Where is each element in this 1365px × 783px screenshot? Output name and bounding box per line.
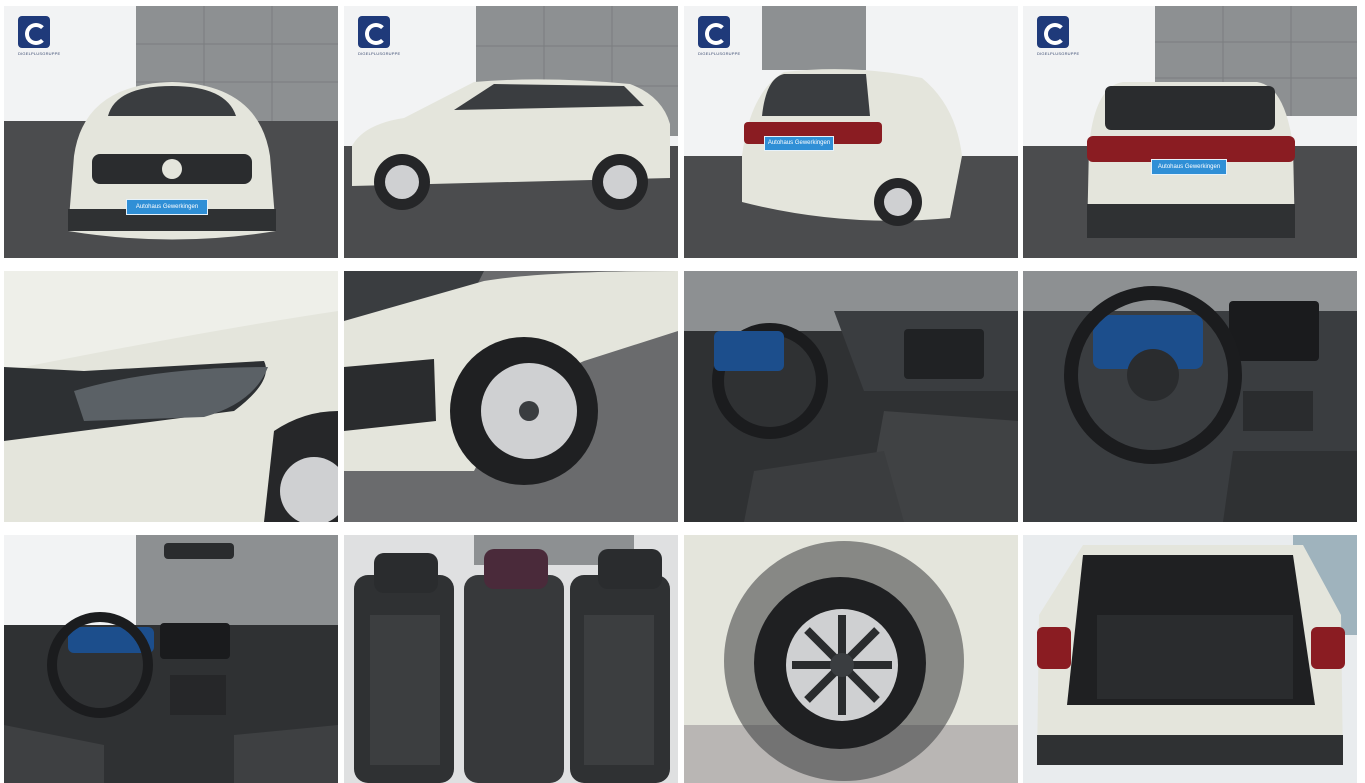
dealer-logo-subtext: DIGELPLUSGRUPPE	[698, 51, 741, 56]
photo-front-exterior[interactable]: DIGELPLUSGRUPPE Autohaus Gewerkingen	[4, 6, 338, 258]
dealer-logo-icon	[698, 16, 730, 48]
open-trunk-image	[1023, 535, 1357, 783]
photo-gallery: DIGELPLUSGRUPPE Autohaus Gewerkingen DIG…	[0, 0, 1365, 783]
license-plate: Autohaus Gewerkingen	[126, 199, 208, 215]
dealer-logo: DIGELPLUSGRUPPE	[358, 16, 401, 64]
photo-side-exterior[interactable]: DIGELPLUSGRUPPE	[344, 6, 678, 258]
photo-rear-three-quarter[interactable]: DIGELPLUSGRUPPE Autohaus Gewerkingen	[684, 6, 1018, 258]
dealer-logo-icon	[358, 16, 390, 48]
dealer-logo: DIGELPLUSGRUPPE	[18, 16, 61, 64]
photo-steering-dashboard[interactable]	[1023, 271, 1357, 522]
alloy-wheel-image	[684, 535, 1018, 783]
photo-headlight-detail[interactable]	[4, 271, 338, 522]
license-plate: Autohaus Gewerkingen	[1151, 159, 1227, 175]
dealer-logo: DIGELPLUSGRUPPE	[1037, 16, 1080, 64]
license-plate: Autohaus Gewerkingen	[764, 136, 834, 151]
photo-driver-cockpit[interactable]	[684, 271, 1018, 522]
dealer-logo-subtext: DIGELPLUSGRUPPE	[1037, 51, 1080, 56]
photo-front-wheel-detail[interactable]	[344, 271, 678, 522]
photo-open-trunk[interactable]	[1023, 535, 1357, 783]
driver-cockpit-image	[684, 271, 1018, 522]
front-wheel-detail-image	[344, 271, 678, 522]
dealer-logo: DIGELPLUSGRUPPE	[698, 16, 741, 64]
dealer-logo-subtext: DIGELPLUSGRUPPE	[18, 51, 61, 56]
photo-dashboard-overview[interactable]	[4, 535, 338, 783]
photo-rear-seats[interactable]	[344, 535, 678, 783]
photo-rear-exterior[interactable]: DIGELPLUSGRUPPE Autohaus Gewerkingen	[1023, 6, 1357, 258]
dealer-logo-icon	[1037, 16, 1069, 48]
dealer-logo-subtext: DIGELPLUSGRUPPE	[358, 51, 401, 56]
headlight-detail-image	[4, 271, 338, 522]
dealer-logo-icon	[18, 16, 50, 48]
photo-alloy-wheel[interactable]	[684, 535, 1018, 783]
rear-seats-image	[344, 535, 678, 783]
steering-dashboard-image	[1023, 271, 1357, 522]
dashboard-overview-image	[4, 535, 338, 783]
